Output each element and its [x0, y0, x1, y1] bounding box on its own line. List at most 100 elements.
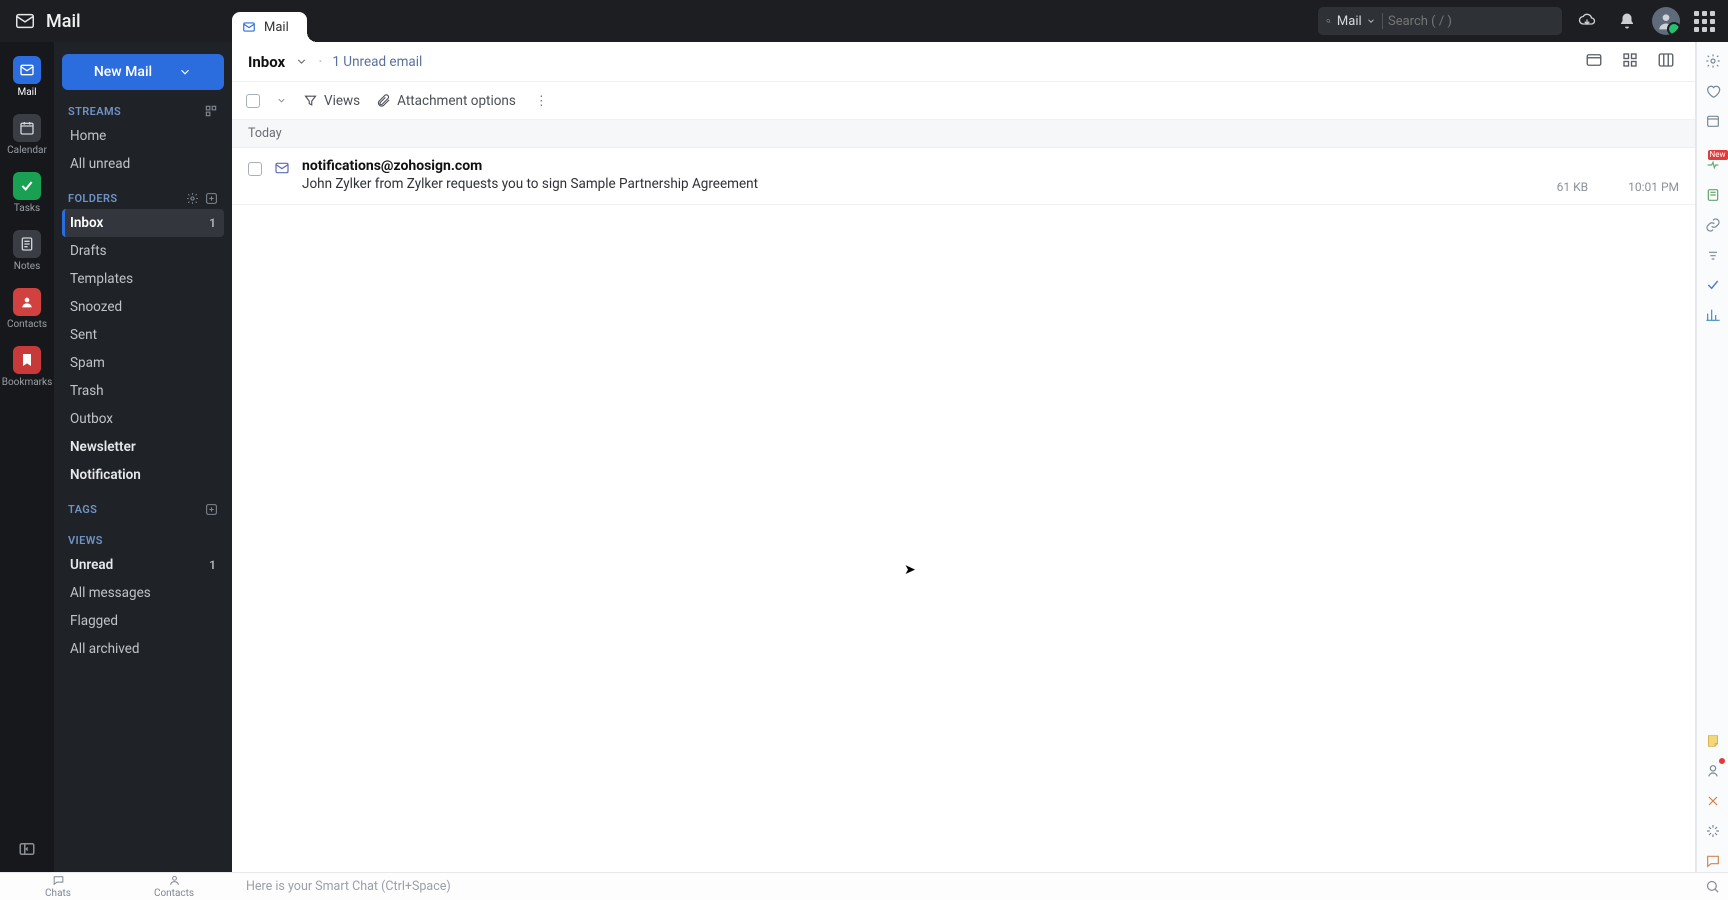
envelope-icon [274, 160, 290, 180]
folder-sent[interactable]: Sent [62, 321, 224, 349]
link-widget-icon[interactable] [1702, 214, 1724, 236]
chevron-down-icon [178, 65, 192, 79]
views-header: VIEWS [62, 520, 224, 551]
plus-icon[interactable] [205, 192, 218, 205]
chart-widget-icon[interactable] [1702, 304, 1724, 326]
message-summary: notifications@zohosign.com John Zylker f… [302, 158, 1545, 192]
sidebar-item-label: Sent [70, 327, 97, 343]
grid-view-icon[interactable] [1617, 47, 1643, 77]
gear-icon[interactable] [1702, 50, 1724, 72]
cloud-sync-icon[interactable] [1572, 6, 1602, 36]
views-filter[interactable]: Views [303, 93, 360, 109]
person-icon [1656, 11, 1676, 31]
avatar[interactable] [1652, 7, 1680, 35]
rail-notes[interactable]: Notes [4, 224, 50, 278]
sidebar-item-label: Spam [70, 355, 105, 371]
view-all-archived[interactable]: All archived [62, 635, 224, 663]
zia-icon[interactable] [1702, 790, 1724, 812]
select-all-checkbox[interactable] [246, 94, 260, 108]
right-tool-rail: New [1696, 42, 1728, 872]
new-mail-label: New Mail [94, 64, 152, 80]
calendar-icon [13, 114, 41, 142]
column-view-icon[interactable] [1653, 47, 1679, 77]
rail-tasks[interactable]: Tasks [4, 166, 50, 220]
brand-name: Mail [46, 11, 81, 32]
list-toolbar: Views Attachment options ⋮ [232, 82, 1695, 120]
sparkle-icon[interactable] [1702, 820, 1724, 842]
folder-title: Inbox [248, 53, 285, 71]
view-unread[interactable]: Unread 1 [62, 551, 224, 579]
section-title: STREAMS [68, 105, 121, 118]
folder-drafts[interactable]: Drafts [62, 237, 224, 265]
plus-icon[interactable] [205, 503, 218, 516]
search-box[interactable]: Mail [1318, 7, 1562, 35]
search-scope-label: Mail [1337, 14, 1362, 29]
tab-mail[interactable]: Mail [232, 12, 307, 42]
sidebar: New Mail STREAMS Home All unread FOLDERS… [54, 42, 232, 872]
sidebar-item-label: Templates [70, 271, 133, 287]
plugin-icon[interactable]: New [1702, 154, 1724, 176]
folder-snoozed[interactable]: Snoozed [62, 293, 224, 321]
folder-templates[interactable]: Templates [62, 265, 224, 293]
sidebar-item-label: Notification [70, 467, 141, 483]
rail-bookmarks[interactable]: Bookmarks [4, 340, 50, 394]
folder-trash[interactable]: Trash [62, 377, 224, 405]
rail-calendar[interactable]: Calendar [4, 108, 50, 162]
message-time: 10:01 PM [1628, 180, 1679, 194]
top-bar-right: Mail [1318, 6, 1728, 36]
reading-pane-icon[interactable] [1581, 47, 1607, 77]
chevron-down-icon[interactable] [295, 55, 308, 68]
search-icon [1326, 14, 1331, 28]
folder-newsletter[interactable]: Newsletter [62, 433, 224, 461]
gear-icon[interactable] [186, 192, 199, 205]
folder-notification[interactable]: Notification [62, 461, 224, 489]
more-options-icon[interactable]: ⋮ [532, 93, 552, 109]
bottom-tab-label: Contacts [154, 888, 194, 899]
heart-icon[interactable] [1702, 80, 1724, 102]
chat-widget-icon[interactable] [1702, 850, 1724, 872]
stream-home[interactable]: Home [62, 122, 224, 150]
rail-mail[interactable]: Mail [4, 50, 50, 104]
folder-inbox[interactable]: Inbox 1 [62, 209, 224, 237]
sidebar-item-label: Newsletter [70, 439, 136, 455]
bottom-tab-contacts[interactable]: Contacts [116, 874, 232, 899]
rail-label: Mail [17, 87, 36, 98]
unread-summary[interactable]: 1 Unread email [332, 54, 422, 70]
bottom-tab-chats[interactable]: Chats [0, 874, 116, 899]
folder-spam[interactable]: Spam [62, 349, 224, 377]
attachment-options[interactable]: Attachment options [376, 93, 516, 109]
calendar-widget-icon[interactable] [1702, 110, 1724, 132]
search-input[interactable] [1388, 14, 1554, 29]
notes-widget-icon[interactable] [1702, 184, 1724, 206]
assistant-icon[interactable] [1702, 760, 1724, 782]
chevron-down-icon[interactable] [276, 95, 287, 106]
new-badge: New [1708, 150, 1728, 160]
apps-grid-icon[interactable] [1690, 7, 1718, 35]
view-all-messages[interactable]: All messages [62, 579, 224, 607]
check-widget-icon[interactable] [1702, 274, 1724, 296]
check-icon [13, 172, 41, 200]
sidebar-item-label: Snoozed [70, 299, 122, 315]
filter-widget-icon[interactable] [1702, 244, 1724, 266]
unread-count: 1 [209, 216, 216, 230]
message-row[interactable]: notifications@zohosign.com John Zylker f… [232, 148, 1695, 205]
sidebar-item-label: Drafts [70, 243, 107, 259]
rail-contacts[interactable]: Contacts [4, 282, 50, 336]
message-list-pane: Inbox · 1 Unread email Views Attachment … [232, 42, 1696, 872]
new-mail-button[interactable]: New Mail [62, 54, 224, 90]
search-scope[interactable]: Mail [1337, 14, 1376, 29]
streams-settings-icon[interactable] [204, 104, 218, 118]
sidebar-item-label: Flagged [70, 613, 118, 629]
sticky-note-icon[interactable] [1702, 730, 1724, 752]
filter-icon [303, 93, 318, 108]
message-checkbox[interactable] [248, 162, 262, 176]
bell-icon[interactable] [1612, 6, 1642, 36]
stream-all-unread[interactable]: All unread [62, 150, 224, 178]
bottom-search-icon[interactable] [1696, 879, 1728, 894]
smart-chat-hint[interactable]: Here is your Smart Chat (Ctrl+Space) [232, 879, 1696, 894]
collapse-rail-icon[interactable] [18, 840, 36, 862]
view-flagged[interactable]: Flagged [62, 607, 224, 635]
folder-outbox[interactable]: Outbox [62, 405, 224, 433]
mail-app-icon [14, 10, 36, 32]
sidebar-item-label: All messages [70, 585, 151, 601]
